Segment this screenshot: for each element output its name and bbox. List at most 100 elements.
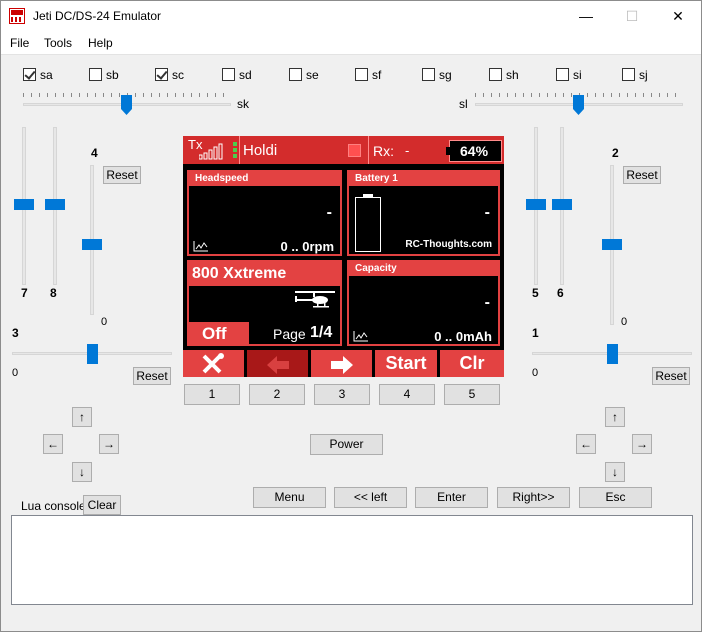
tx-battery-icon: 64% [446, 140, 502, 162]
left-dpad-up-button[interactable]: ↑ [72, 407, 92, 427]
reset-axis-3-button[interactable]: Reset [133, 367, 171, 385]
axis-5-thumb[interactable] [526, 199, 546, 210]
fkey-3-button[interactable]: 3 [314, 384, 370, 405]
fkey-2-button[interactable]: 2 [249, 384, 305, 405]
lua-console-output[interactable] [11, 515, 693, 605]
axis-4-thumb[interactable] [82, 239, 102, 250]
reset-axis-2-button[interactable]: Reset [623, 166, 661, 184]
fkey-1-button[interactable]: 1 [184, 384, 240, 405]
reset-axis-4-button[interactable]: Reset [103, 166, 141, 184]
switch-sj-label: sj [639, 68, 648, 82]
window-title: Jeti DC/DS-24 Emulator [33, 9, 162, 23]
sl-label: sl [459, 97, 468, 111]
axis-1-label: 1 [532, 326, 539, 340]
right-dpad-left-button[interactable]: ← [576, 434, 596, 454]
checkbox-si[interactable] [556, 68, 569, 81]
checkbox-se[interactable] [289, 68, 302, 81]
capacity-range: 0 .. 0mAh [434, 329, 492, 344]
checkbox-sf[interactable] [355, 68, 368, 81]
esc-button[interactable]: Esc [579, 487, 652, 508]
model-panel: 800 Xxtreme Off Page 1/4 [187, 260, 342, 346]
axis-2-thumb[interactable] [602, 239, 622, 250]
axis-5-label: 5 [532, 286, 539, 300]
switch-sc-label: sc [172, 68, 184, 82]
switch-sf-label: sf [372, 68, 382, 82]
checkbox-sg[interactable] [422, 68, 435, 81]
right-button[interactable]: Right>> [497, 487, 570, 508]
switch-sh-label: sh [506, 68, 519, 82]
switch-sg-label: sg [439, 68, 452, 82]
title-bar: Jeti DC/DS-24 Emulator — ☐ ✕ [1, 1, 701, 32]
sl-slider-thumb[interactable] [573, 95, 584, 115]
menu-tools[interactable]: Tools [44, 36, 72, 50]
maximize-button[interactable]: ☐ [609, 1, 655, 32]
menu-help[interactable]: Help [88, 36, 113, 50]
left-button[interactable]: << left [334, 487, 407, 508]
clear-console-button[interactable]: Clear [83, 495, 121, 515]
checkbox-sa[interactable] [23, 68, 36, 81]
fkey-4-button[interactable]: 4 [379, 384, 435, 405]
menu-button[interactable]: Menu [253, 487, 326, 508]
headspeed-value: - [326, 204, 332, 221]
menu-separator [1, 54, 701, 62]
tx-screen: Tx Holdi Rx: - 64% Headspeed - 0 .. 0rpm… [183, 136, 504, 377]
left-dpad-left-button[interactable]: ← [43, 434, 63, 454]
battery-panel: Battery 1 - RC-Thoughts.com [347, 170, 500, 256]
softkey-tools[interactable] [183, 350, 244, 377]
model-name-bar: 800 Xxtreme [189, 262, 340, 286]
softkey-back[interactable] [247, 350, 308, 377]
menu-bar: File Tools Help [1, 32, 701, 54]
right-dpad-up-button[interactable]: ↑ [605, 407, 625, 427]
helicopter-icon [293, 289, 339, 314]
page-value: 1/4 [310, 324, 333, 341]
axis-7-label: 7 [21, 286, 28, 300]
softkey-start[interactable]: Start [375, 350, 437, 377]
fkey-5-button[interactable]: 5 [444, 384, 500, 405]
axis-4-label: 4 [91, 146, 98, 160]
emulator-window: Jeti DC/DS-24 Emulator — ☐ ✕ File Tools … [0, 0, 702, 632]
lua-console-label: Lua console [21, 499, 86, 513]
axis-3-label: 3 [12, 326, 19, 340]
arrow-right-icon [331, 355, 353, 382]
softkey-forward[interactable] [311, 350, 372, 377]
rx-label: Rx: [373, 143, 394, 159]
axis-7-thumb[interactable] [14, 199, 34, 210]
axis-1-thumb[interactable] [607, 344, 618, 364]
power-button[interactable]: Power [310, 434, 383, 455]
axis-2-zero: 0 [621, 316, 628, 328]
menu-file[interactable]: File [10, 36, 29, 50]
battery-title: Battery 1 [349, 172, 498, 186]
checkbox-sj[interactable] [622, 68, 635, 81]
right-dpad-right-button[interactable]: → [632, 434, 652, 454]
page-label: Page [273, 326, 306, 342]
headspeed-range: 0 .. 0rpm [280, 239, 334, 254]
model-name: 800 Xxtreme [192, 265, 287, 282]
switch-sa-label: sa [40, 68, 53, 82]
axis-2-label: 2 [612, 146, 619, 160]
softkey-clr[interactable]: Clr [440, 350, 504, 377]
axis-4-zero: 0 [101, 316, 108, 328]
axis-8-thumb[interactable] [45, 199, 65, 210]
left-dpad-down-button[interactable]: ↓ [72, 462, 92, 482]
minimize-button[interactable]: — [563, 1, 609, 32]
headspeed-panel: Headspeed - 0 .. 0rpm [187, 170, 342, 256]
enter-button[interactable]: Enter [415, 487, 488, 508]
left-dpad-right-button[interactable]: → [99, 434, 119, 454]
close-button[interactable]: ✕ [655, 1, 701, 32]
checkbox-sc[interactable] [155, 68, 168, 81]
checkbox-sd[interactable] [222, 68, 235, 81]
graph-icon [193, 240, 209, 255]
checkbox-sb[interactable] [89, 68, 102, 81]
screen-status-bar: Tx Holdi Rx: - 64% [183, 136, 504, 164]
switch-sb-label: sb [106, 68, 119, 82]
axis-3-thumb[interactable] [87, 344, 98, 364]
off-indicator: Off [189, 322, 249, 346]
sk-slider-thumb[interactable] [121, 95, 132, 115]
arrow-left-icon [267, 355, 289, 382]
tx-signal-icon [198, 142, 239, 162]
axis-6-thumb[interactable] [552, 199, 572, 210]
right-dpad-down-button[interactable]: ↓ [605, 462, 625, 482]
battery-credit: RC-Thoughts.com [405, 239, 492, 250]
checkbox-sh[interactable] [489, 68, 502, 81]
reset-axis-1-button[interactable]: Reset [652, 367, 690, 385]
